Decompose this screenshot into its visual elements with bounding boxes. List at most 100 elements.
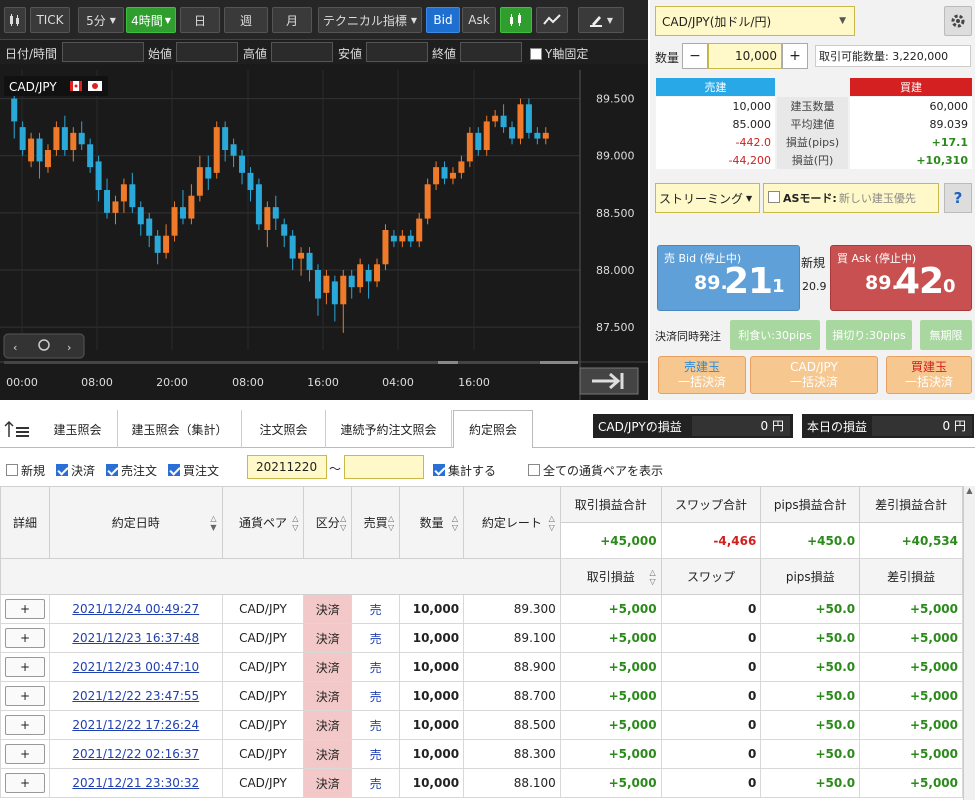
cell-kubun: 決済 xyxy=(303,594,353,624)
x-tick-label: 20:00 xyxy=(156,376,188,389)
interval-select-5min[interactable]: 5分 ▼ xyxy=(78,7,124,33)
filter-new-checkbox[interactable]: 新規 xyxy=(6,462,45,479)
expand-row-button[interactable]: + xyxy=(5,744,45,764)
sell-bid-button[interactable]: 売 Bid (停止中) 89. 21 1 xyxy=(657,245,800,311)
y-axis-fix-checkbox[interactable]: Y軸固定 xyxy=(530,45,588,62)
month-button[interactable]: 月 xyxy=(272,7,312,33)
filter-buy-checkbox[interactable]: 買注文 xyxy=(168,462,219,479)
stop-loss-button[interactable]: 損切り:30pips xyxy=(826,320,912,350)
cell-pl: +5,000 xyxy=(559,594,662,624)
symbol-text: CAD/JPY xyxy=(9,80,57,94)
quantity-input[interactable]: 10,000 xyxy=(708,43,782,69)
buy-ask-button[interactable]: 買 Ask (停止中) 89. 42 0 xyxy=(830,245,972,311)
candle-body xyxy=(382,230,389,265)
cell-dt[interactable]: 2021/12/21 23:30:32 xyxy=(49,768,223,798)
day-button[interactable]: 日 xyxy=(180,7,220,33)
candle-body xyxy=(163,235,170,253)
col-side[interactable]: 売買 △ ▽ xyxy=(351,486,401,559)
scroll-thumb[interactable] xyxy=(438,361,458,364)
quantity-decrement-button[interactable]: − xyxy=(682,43,708,69)
scroll-thumb[interactable] xyxy=(540,361,578,364)
sell-position-close-all-button[interactable]: 売建玉 一括決済 xyxy=(658,356,746,394)
table-scrollbar[interactable]: ▲ xyxy=(963,486,975,800)
candle-chart-icon[interactable] xyxy=(500,7,532,33)
cell-dt[interactable]: 2021/12/22 17:26:24 xyxy=(49,710,223,740)
buy-position-close-all-button[interactable]: 買建玉 一括決済 xyxy=(886,356,972,394)
take-profit-button[interactable]: 利食い:30pips xyxy=(730,320,820,350)
week-button[interactable]: 週 xyxy=(224,7,268,33)
cell-dt[interactable]: 2021/12/24 00:49:27 xyxy=(49,594,223,624)
expand-row-button[interactable]: + xyxy=(5,773,45,793)
col-kubun[interactable]: 区分 △ ▽ xyxy=(303,486,353,559)
aggregate-label: 集計する xyxy=(448,464,497,478)
tab-orders[interactable]: 注文照会 xyxy=(242,410,326,448)
detail-cell: + xyxy=(0,710,50,740)
scroll-up-icon[interactable]: ▲ xyxy=(964,486,975,495)
draw-tool-icon[interactable]: ▼ xyxy=(578,7,624,33)
show-all-pairs-checkbox[interactable]: 全ての通貨ペアを表示 xyxy=(528,462,663,479)
expand-row-button[interactable]: + xyxy=(5,657,45,677)
candle-body xyxy=(137,207,144,225)
quantity-increment-button[interactable]: + xyxy=(782,43,808,69)
col-pl[interactable]: 取引損益 △ ▽ xyxy=(559,558,662,595)
technical-indicator-select[interactable]: テクニカル指標 ▼ xyxy=(318,7,422,33)
col-pips-total: pips損益合計 xyxy=(760,486,861,523)
help-icon[interactable]: ? xyxy=(944,183,972,213)
as-mode-value: 新しい建玉優先 xyxy=(838,192,916,205)
tab-positions-summary[interactable]: 建玉照会（集計） xyxy=(118,410,242,448)
candle-body xyxy=(146,218,153,236)
table-row: +2021/12/22 23:47:55 CAD/JPY 決済売 10,000 88.7… xyxy=(0,681,963,711)
line-chart-icon[interactable] xyxy=(536,7,568,33)
interval-select-4h[interactable]: 4時間 ▼ xyxy=(126,7,176,33)
unlimited-button[interactable]: 無期限 xyxy=(920,320,972,350)
table-row: +2021/12/21 23:30:32 CAD/JPY 決済売 10,000 88.1… xyxy=(0,768,963,798)
button-label-line2: 一括決済 xyxy=(904,375,953,389)
cell-pips: +50.0 xyxy=(760,681,861,711)
col-datetime[interactable]: 約定日時 △ ▼ xyxy=(49,486,223,559)
checkbox-checked-icon xyxy=(433,463,445,476)
tab-continuous-orders[interactable]: 連続予約注文照会 xyxy=(326,410,452,448)
col-rate[interactable]: 約定レート △ ▽ xyxy=(463,486,561,559)
filter-sell-checkbox[interactable]: 売注文 xyxy=(106,462,157,479)
filter-settle-checkbox[interactable]: 決済 xyxy=(56,462,95,479)
cell-dt[interactable]: 2021/12/22 23:47:55 xyxy=(49,681,223,711)
expand-row-button[interactable]: + xyxy=(5,686,45,706)
candle-body xyxy=(247,172,254,190)
chevron-left-icon[interactable]: ‹ xyxy=(13,341,17,354)
candlestick-icon[interactable] xyxy=(4,7,26,33)
sell-header: 売建 xyxy=(656,78,775,96)
sell-value: 10,000 xyxy=(656,97,775,115)
cell-dt[interactable]: 2021/12/23 00:47:10 xyxy=(49,652,223,682)
open-label: 始値 xyxy=(148,47,173,61)
streaming-select[interactable]: ストリーミング ▼ xyxy=(655,183,760,213)
tab-executions[interactable]: 約定照会 xyxy=(453,410,533,448)
chart-scrollbar[interactable] xyxy=(4,361,578,364)
go-to-latest-button[interactable] xyxy=(579,367,639,395)
ask-button[interactable]: Ask xyxy=(462,7,496,33)
cell-dt[interactable]: 2021/12/23 16:37:48 xyxy=(49,623,223,653)
aggregate-checkbox[interactable]: 集計する xyxy=(433,462,496,479)
date-to-input[interactable] xyxy=(344,455,424,479)
expand-row-button[interactable]: + xyxy=(5,628,45,648)
cell-rate: 88.500 xyxy=(463,710,561,740)
tick-button[interactable]: TICK xyxy=(30,7,70,33)
tab-positions[interactable]: 建玉照会 xyxy=(38,410,118,448)
date-from-input[interactable]: 20211220 xyxy=(247,455,327,479)
menu-sort-icon[interactable] xyxy=(4,420,32,440)
gear-icon[interactable] xyxy=(944,6,972,36)
expand-row-button[interactable]: + xyxy=(5,599,45,619)
bid-button[interactable]: Bid xyxy=(426,7,460,33)
expand-row-button[interactable]: + xyxy=(5,715,45,735)
col-pair[interactable]: 通貨ペア △ ▽ xyxy=(221,486,305,559)
candle-body xyxy=(390,235,397,242)
currency-pair-select[interactable]: CAD/JPY(加ドル/円) ▼ xyxy=(655,6,855,36)
candle-body xyxy=(281,224,288,236)
cell-dt[interactable]: 2021/12/22 02:16:37 xyxy=(49,739,223,769)
quantity-label: 数量 xyxy=(655,51,680,65)
as-mode-checkbox[interactable]: ASモード: 新しい建玉優先 xyxy=(763,183,939,213)
chevron-right-icon[interactable]: › xyxy=(67,341,71,354)
col-qty[interactable]: 数量 △ ▽ xyxy=(399,486,465,559)
pair-close-all-button[interactable]: CAD/JPY 一括決済 xyxy=(750,356,878,394)
price-chart[interactable]: 89.500 89.000 88.500 88.000 87.500 00:00 08:00… xyxy=(0,70,648,400)
candle-body xyxy=(36,138,43,162)
